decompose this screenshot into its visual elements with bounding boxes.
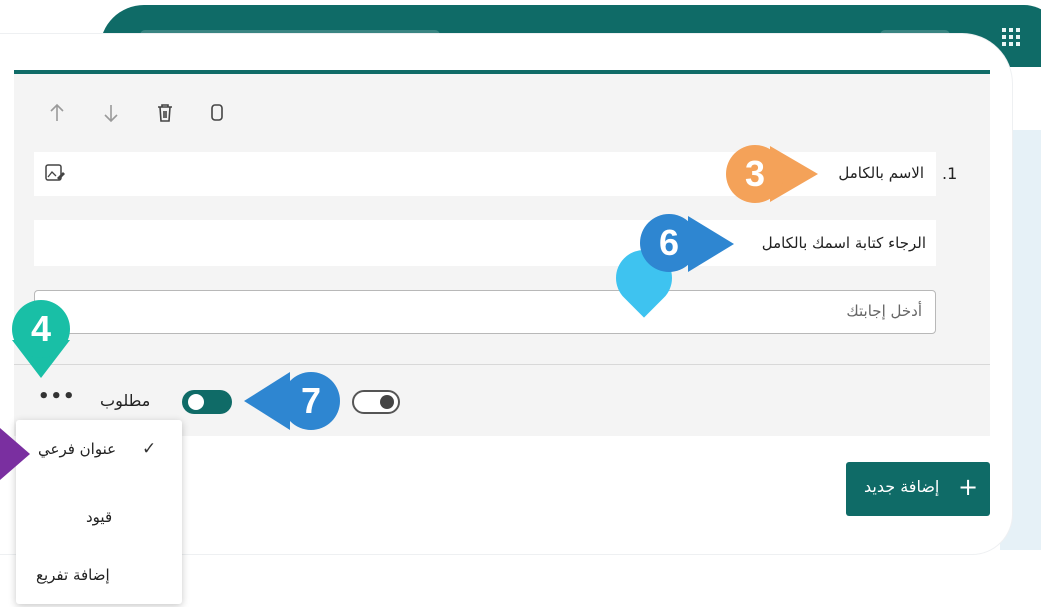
- menu-item-restrictions[interactable]: قيود: [16, 498, 182, 538]
- answer-placeholder: أدخل إجابتك: [846, 302, 922, 320]
- add-new-button[interactable]: إضافة جديد +: [846, 462, 990, 516]
- callout-4: 4: [12, 300, 70, 358]
- toggle-off-example: [352, 390, 400, 414]
- callout-6: 6: [640, 214, 698, 272]
- callout-7: 7: [282, 372, 340, 430]
- arrow-up-icon[interactable]: [44, 100, 70, 126]
- plus-icon: +: [958, 473, 979, 501]
- menu-item-subtitle[interactable]: عنوان فرعي ✓: [16, 430, 182, 470]
- required-toggle[interactable]: [182, 390, 232, 414]
- callout-partial-marker: [0, 428, 30, 480]
- callout-3: 3: [726, 145, 784, 203]
- waffle-icon[interactable]: [1000, 26, 1022, 48]
- add-new-label: إضافة جديد: [864, 477, 940, 496]
- required-label: مطلوب: [100, 391, 151, 410]
- checkmark-icon: ✓: [142, 439, 157, 459]
- divider: [14, 364, 990, 365]
- arrow-down-icon[interactable]: [98, 100, 124, 126]
- menu-item-label: إضافة تفريع: [36, 566, 110, 584]
- menu-item-label: قيود: [86, 508, 113, 526]
- trash-icon[interactable]: [152, 100, 178, 126]
- menu-item-add-branching[interactable]: إضافة تفريع: [16, 556, 182, 596]
- more-options-icon[interactable]: •••: [38, 386, 76, 407]
- question-number: 1.: [942, 164, 958, 183]
- insert-image-icon[interactable]: [44, 162, 66, 184]
- more-options-menu: عنوان فرعي ✓ قيود إضافة تفريع: [16, 420, 182, 604]
- copy-icon[interactable]: [204, 100, 230, 126]
- menu-item-label: عنوان فرعي: [38, 440, 117, 458]
